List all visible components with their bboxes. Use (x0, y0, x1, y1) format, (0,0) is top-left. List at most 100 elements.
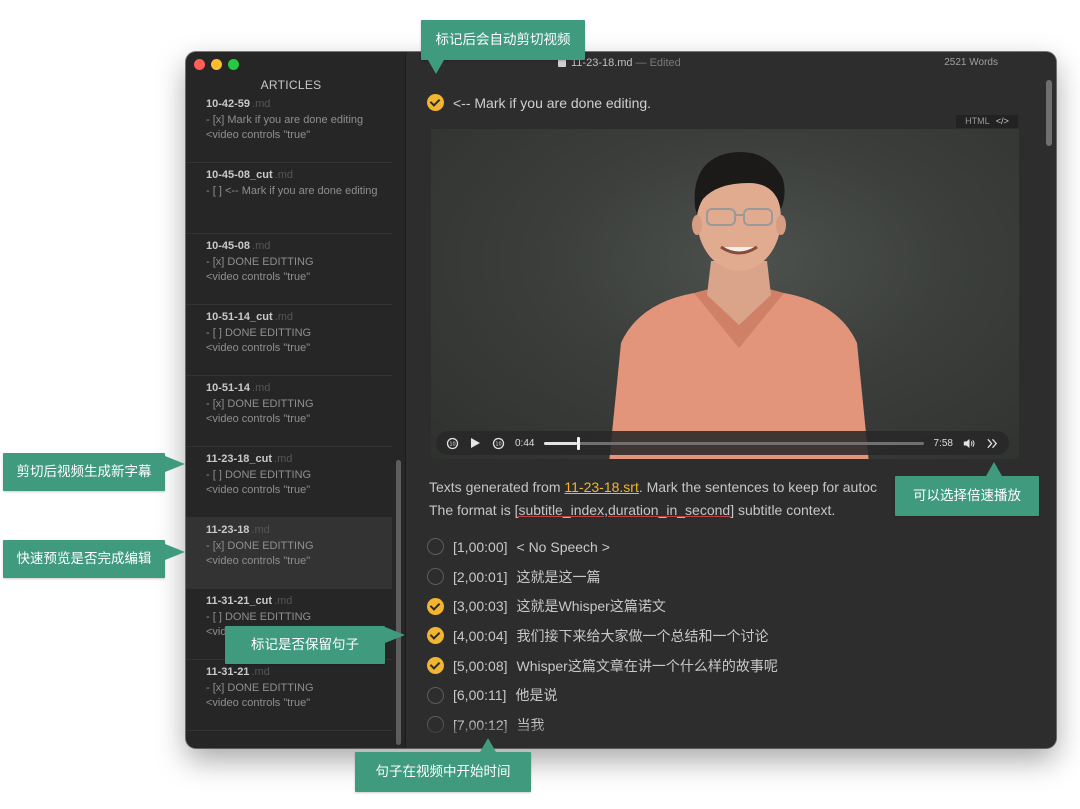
article-excerpt: - [ ] DONE EDITTING <video controls "tru… (206, 327, 312, 354)
subtitle-text: 他是说 (515, 687, 558, 704)
callout-auto-cut-arrow (428, 60, 444, 74)
article-name: 11-23-18_cut .md (206, 453, 392, 465)
article-extension: .md (252, 382, 271, 394)
seek-bar[interactable] (544, 436, 924, 450)
minimize-window-button[interactable] (211, 59, 222, 70)
body-line-1-prefix: Texts generated from (429, 479, 565, 495)
subtitle-row: [5,00:08] Whisper这篇文章在讲一个什么样的故事呢 (427, 651, 778, 681)
article-item[interactable]: 10-42-59 .md - [x] Mark if you are done ed… (186, 92, 392, 163)
article-extension: .md (274, 311, 293, 323)
body-line-2-suffix: subtitle context. (734, 502, 836, 518)
subtitle-timestamp: [1,00:00] (453, 538, 508, 555)
article-item[interactable]: 11-23-18_cut .md - [ ] DONE EDITTING <vide… (186, 447, 392, 518)
subtitle-timestamp: [2,00:01] (453, 568, 508, 585)
srt-link[interactable]: 11-23-18.srt (564, 479, 638, 495)
sidebar-scrollbar[interactable] (396, 460, 401, 745)
subtitle-checkbox[interactable] (427, 597, 444, 615)
article-extension: .md (252, 240, 271, 252)
article-name: 10-45-08 .md (206, 240, 392, 252)
article-title: 11-31-21 (206, 666, 250, 678)
seek-progress (544, 441, 577, 445)
article-item[interactable]: 10-51-14_cut .md - [ ] DONE EDITTING <vide… (186, 305, 392, 376)
rewind-10-icon[interactable]: 10 (446, 437, 459, 450)
duration: 7:58 (933, 437, 953, 449)
presenter-image (609, 152, 869, 459)
article-excerpt: - [x] DONE EDITTING <video controls "tru… (206, 398, 314, 425)
article-item[interactable]: 11-23-18 .md - [x] DONE EDITTING <video co… (186, 518, 392, 589)
article-extension: .md (274, 169, 293, 181)
article-item[interactable]: 11-31-21 .md - [x] DONE EDITTING <video co… (186, 660, 392, 731)
subtitle-timestamp: [4,00:04] (453, 627, 508, 644)
html-block-badge[interactable]: HTML </> (956, 115, 1018, 128)
bottom-fade (406, 722, 1056, 748)
article-name: 10-51-14_cut .md (206, 311, 392, 323)
article-name: 11-31-21_cut .md (206, 595, 392, 607)
edit-status: Edited (649, 57, 681, 69)
forward-10-icon[interactable]: 10 (492, 437, 505, 450)
volume-icon[interactable] (963, 437, 976, 450)
callout-quick-preview-arrow (165, 544, 185, 560)
article-item[interactable]: 10-51-14 .md - [x] DONE EDITTING <video co… (186, 376, 392, 447)
callout-mark-sentence: 标记是否保留句子 (225, 626, 385, 664)
subtitle-text: 这就是这一篇 (516, 568, 601, 585)
article-excerpt: - [x] DONE EDITTING <video controls "tru… (206, 540, 314, 567)
article-title: 10-51-14 (206, 382, 251, 394)
article-extension: .md (274, 453, 293, 465)
subtitle-text: Whisper这篇文章在讲一个什么样的故事呢 (516, 657, 778, 674)
playback-speed-icon[interactable] (986, 437, 999, 450)
article-excerpt: - [ ] <-- Mark if you are done editing (206, 185, 378, 197)
svg-text:10: 10 (495, 441, 501, 447)
article-title: 11-23-18 (206, 524, 250, 536)
callout-new-subtitles-arrow (165, 456, 185, 472)
callout-new-subtitles: 剪切后视频生成新字幕 (3, 453, 165, 491)
editor-scrollbar[interactable] (1046, 80, 1052, 146)
article-title: 11-31-21_cut (206, 595, 273, 607)
subtitle-row: [6,00:11] 他是说 (427, 680, 778, 710)
article-extension: .md (252, 98, 271, 110)
format-spec: [subtitle_index,duration_in_second] (514, 502, 735, 518)
article-title: 10-42-59 (206, 98, 251, 110)
play-icon (471, 438, 480, 448)
word-count: 2521 Words (944, 57, 998, 68)
subtitle-text: 这就是Whisper这篇诺文 (516, 598, 666, 615)
article-title: 10-45-08_cut (206, 169, 273, 181)
article-excerpt: - [x] Mark if you are done editing <vide… (206, 114, 364, 141)
article-title: 10-45-08 (206, 240, 251, 252)
article-item[interactable]: 10-45-08 .md - [x] DONE EDITTING <video co… (186, 234, 392, 305)
title-separator: — (635, 57, 647, 69)
close-window-button[interactable] (194, 59, 205, 70)
body-line-2-prefix: The format is (429, 502, 515, 518)
article-extension: .md (251, 524, 270, 536)
callout-quick-preview: 快速预览是否完成编辑 (3, 540, 165, 578)
article-extension: .md (251, 666, 270, 678)
subtitle-checkbox[interactable] (427, 568, 444, 586)
subtitle-row: [1,00:00] < No Speech > (427, 532, 778, 562)
article-name: 10-45-08_cut .md (206, 169, 392, 181)
subtitle-checkbox[interactable] (427, 686, 444, 704)
article-item[interactable]: 10-45-08_cut .md - [ ] <-- Mark if you are… (186, 163, 392, 234)
callout-start-time: 句子在视频中开始时间 (355, 752, 531, 792)
play-button[interactable] (469, 437, 482, 450)
video-player[interactable]: 10 10 0:44 7:58 (431, 129, 1019, 459)
subtitle-list: [1,00:00] < No Speech > [2,00:01] 这就是这一篇 [3,… (427, 532, 778, 748)
article-excerpt: - [ ] DONE EDITTING <video controls "tru… (206, 469, 312, 496)
seek-handle[interactable] (576, 436, 580, 450)
article-extension: .md (274, 595, 293, 607)
subtitle-text: < No Speech > (516, 538, 610, 555)
article-name: 10-51-14 .md (206, 382, 392, 394)
subtitle-timestamp: [5,00:08] (453, 657, 508, 674)
zoom-window-button[interactable] (228, 59, 239, 70)
current-time: 0:44 (515, 437, 535, 449)
callout-mark-sentence-arrow (385, 627, 405, 643)
subtitle-checkbox[interactable] (427, 538, 444, 556)
article-excerpt: - [x] DONE EDITTING <video controls "tru… (206, 682, 314, 709)
svg-text:10: 10 (449, 441, 455, 447)
article-name: 10-42-59 .md (206, 98, 392, 110)
article-excerpt: - [x] DONE EDITTING <video controls "tru… (206, 256, 314, 283)
sidebar-title: ARTICLES (260, 78, 322, 92)
subtitle-checkbox[interactable] (427, 657, 444, 675)
subtitle-row: [2,00:01] 这就是这一篇 (427, 562, 778, 592)
subtitle-checkbox[interactable] (427, 627, 444, 645)
done-editing-checkbox[interactable] (427, 94, 444, 111)
window-controls (194, 59, 239, 70)
